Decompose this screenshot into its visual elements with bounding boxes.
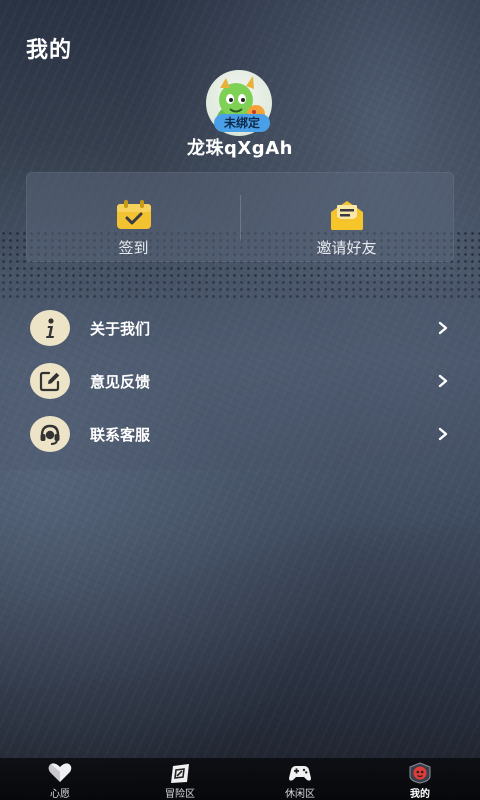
- map-icon: [171, 764, 189, 783]
- profile-icon: [409, 762, 431, 784]
- edit-icon-container: [30, 363, 70, 399]
- heart-icon: [48, 763, 72, 782]
- edit-icon: [39, 371, 60, 392]
- menu-item-label: 联系客服: [90, 425, 151, 444]
- calendar-check-icon: [116, 200, 151, 229]
- unbound-badge[interactable]: 未绑定: [214, 114, 270, 132]
- tab-leisure[interactable]: 休闲区: [240, 758, 360, 800]
- envelope-open-icon: [330, 201, 363, 230]
- tab-label: 冒险区: [165, 789, 195, 800]
- chevron-right-icon: [438, 321, 448, 335]
- checkin-button[interactable]: 签到: [27, 173, 240, 261]
- menu-item-feedback[interactable]: 意见反馈: [30, 361, 450, 401]
- info-icon: [46, 318, 54, 338]
- menu-item-label: 关于我们: [90, 319, 151, 338]
- invite-friends-label: 邀请好友: [316, 239, 377, 257]
- chevron-right-icon: [438, 374, 448, 388]
- tab-label: 心愿: [50, 789, 70, 800]
- tab-label: 我的: [410, 789, 430, 800]
- headset-icon: [40, 424, 60, 445]
- gamepad-icon: [289, 766, 311, 781]
- action-divider: [240, 195, 241, 241]
- tab-adventure[interactable]: 冒险区: [120, 758, 240, 800]
- username: 龙珠qXgAh: [187, 138, 293, 159]
- checkin-label: 签到: [118, 239, 149, 257]
- info-icon-container: [30, 310, 70, 346]
- tab-label: 休闲区: [285, 789, 315, 800]
- action-card: 签到 邀请好友: [26, 172, 454, 262]
- invite-friends-button[interactable]: 邀请好友: [240, 173, 453, 261]
- headset-icon-container: [30, 416, 70, 452]
- page-title: 我的: [26, 38, 73, 63]
- tab-wishes[interactable]: 心愿: [0, 758, 120, 800]
- tab-mine[interactable]: 我的: [360, 758, 480, 800]
- chevron-right-icon: [438, 427, 448, 441]
- menu-item-label: 意见反馈: [90, 372, 151, 391]
- menu-item-customer-service[interactable]: 联系客服: [30, 414, 450, 454]
- bottom-tab-bar: 心愿 冒险区 休闲区 我的: [0, 758, 480, 800]
- menu-item-about-us[interactable]: 关于我们: [30, 308, 450, 348]
